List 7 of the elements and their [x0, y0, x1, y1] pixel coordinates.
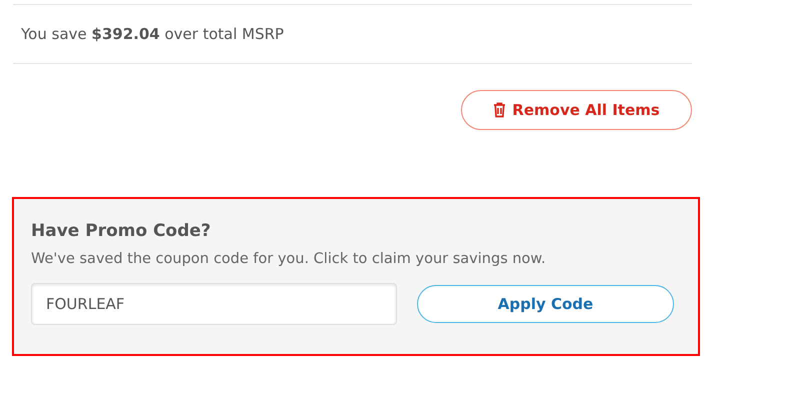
savings-text: You save $392.04 over total MSRP [21, 24, 284, 45]
apply-code-button[interactable]: Apply Code [417, 285, 674, 324]
promo-description: We've saved the coupon code for you. Click to claim your savings now. [31, 250, 547, 268]
promo-title: Have Promo Code? [31, 220, 212, 243]
remove-all-button[interactable]: Remove All Items [461, 90, 692, 130]
promo-code-field[interactable]: FOURLEAF [31, 283, 397, 326]
trash-icon [493, 102, 506, 118]
